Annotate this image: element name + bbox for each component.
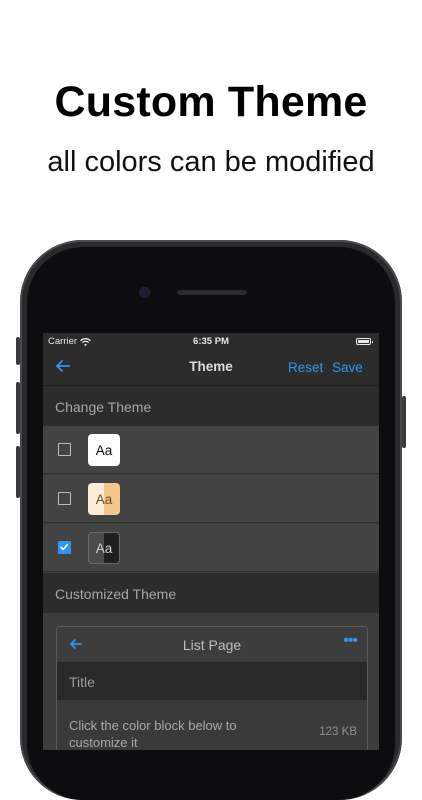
save-button[interactable]: Save — [332, 360, 363, 375]
preview-title-bar[interactable]: Title — [57, 662, 367, 700]
preview-navbar: List Page ••• — [57, 627, 367, 661]
earpiece-speaker — [177, 290, 247, 295]
section-header-customized-theme: Customized Theme — [43, 573, 379, 613]
headline: Custom Theme — [54, 78, 368, 126]
section-title: Customized Theme — [55, 586, 177, 602]
nav-title: Theme — [189, 359, 233, 374]
theme-swatch-dark[interactable]: Aa — [88, 532, 120, 564]
theme-checkbox[interactable] — [58, 443, 71, 456]
preview-item-size: 123 KB — [319, 726, 357, 738]
more-icon[interactable]: ••• — [343, 632, 358, 650]
theme-swatch-sepia[interactable]: Aa — [88, 483, 120, 515]
theme-row-dark[interactable]: Aa — [43, 524, 379, 572]
phone-power-button — [402, 396, 406, 448]
theme-checkbox[interactable] — [58, 492, 71, 505]
battery-icon — [356, 338, 373, 345]
subline: all colors can be modified — [47, 146, 375, 178]
phone-screen: Carrier 6:35 PM Theme Reset Save Change … — [43, 333, 379, 750]
theme-checkbox-checked[interactable] — [58, 541, 71, 554]
navigation-bar: Theme Reset Save — [43, 351, 379, 386]
section-header-change-theme: Change Theme — [43, 386, 379, 426]
theme-row-sepia[interactable]: Aa — [43, 475, 379, 523]
status-bar: Carrier 6:35 PM — [43, 333, 379, 351]
theme-row-light[interactable]: Aa — [43, 426, 379, 474]
theme-swatch-light[interactable]: Aa — [88, 434, 120, 466]
custom-theme-preview: List Page ••• Title Click the color bloc… — [56, 626, 368, 750]
checkmark-icon — [60, 544, 68, 551]
theme-sample-text: Aa — [95, 540, 113, 556]
preview-title: List Page — [182, 637, 242, 653]
preview-item-text[interactable]: Click the color block below to customize… — [69, 717, 289, 750]
preview-title-label: Title — [69, 674, 95, 690]
reset-button[interactable]: Reset — [288, 360, 323, 375]
section-title: Change Theme — [55, 399, 152, 415]
status-time: 6:35 PM — [193, 336, 229, 347]
front-camera — [140, 288, 149, 297]
theme-sample-text: Aa — [95, 442, 113, 458]
theme-sample-text: Aa — [95, 491, 113, 507]
